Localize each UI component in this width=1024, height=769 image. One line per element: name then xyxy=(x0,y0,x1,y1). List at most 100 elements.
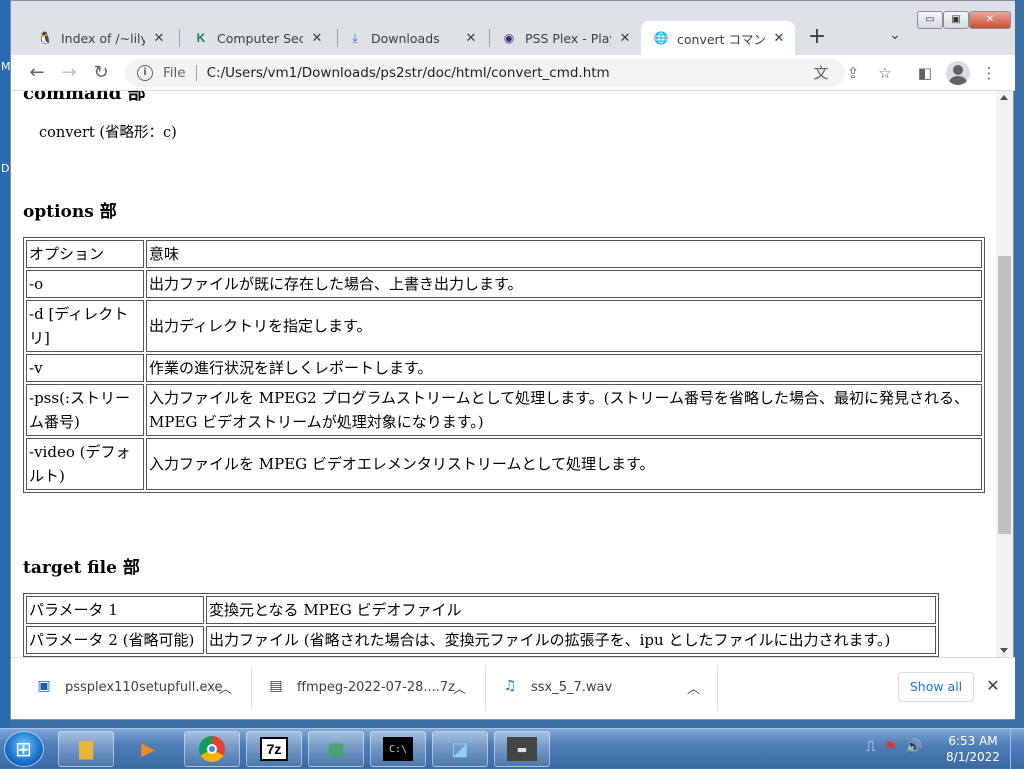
download-separator xyxy=(251,666,252,710)
download-item[interactable]: ▤ ffmpeg-2022-07-28....7z xyxy=(267,672,457,702)
taskbar-clock[interactable]: 6:53 AM 8/1/2022 xyxy=(942,733,1004,765)
taskbar-cmd[interactable]: C:\ xyxy=(370,731,426,767)
share-icon[interactable]: ⇪ xyxy=(843,63,863,83)
show-all-button[interactable]: Show all xyxy=(898,672,974,702)
tab-search-button[interactable]: ⌄ xyxy=(884,27,906,49)
tab-label: convert コマンド xyxy=(677,31,765,47)
download-item[interactable]: ♫ ssx_5_7.wav xyxy=(501,672,691,702)
url-scheme: File xyxy=(163,65,186,81)
media-player-icon: ▶ xyxy=(141,738,155,760)
7z-archive-icon: ▤ xyxy=(269,678,283,694)
taskbar-media-player[interactable]: ▶ xyxy=(120,731,176,767)
audio-file-icon: ♫ xyxy=(503,678,517,694)
vertical-scrollbar[interactable] xyxy=(996,91,1013,657)
url-text[interactable]: C:/Users/vm1/Downloads/ps2str/doc/html/c… xyxy=(207,65,610,81)
back-button[interactable]: ← xyxy=(25,61,49,85)
notepad-icon: ◪ xyxy=(451,738,469,760)
table-row: -video (デフォルト) 入力ファイルを MPEG ビデオエレメンタリストリ… xyxy=(26,438,982,490)
tab-label: Index of /~lily/fil xyxy=(61,30,145,46)
table-cell: -pss(:ストリーム番号) xyxy=(26,384,144,436)
target-file-table: パラメータ 1 変換元となる MPEG ビデオファイル パラメータ 2 (省略可… xyxy=(23,593,939,657)
info-icon[interactable]: i xyxy=(137,65,153,81)
taskbar-notepad[interactable]: ◪ xyxy=(432,731,488,767)
tab-label: Downloads xyxy=(371,30,440,46)
forward-button[interactable]: → xyxy=(57,61,81,85)
tab-label: PSS Plex - Playst xyxy=(525,30,611,46)
tab-convert-command[interactable]: 🌐 convert コマンド ✕ xyxy=(641,21,795,55)
close-icon[interactable]: ✕ xyxy=(151,30,167,46)
side-panel-icon[interactable]: ◧ xyxy=(915,63,935,83)
download-separator xyxy=(485,666,486,710)
download-options-button[interactable]: ︿ xyxy=(453,672,473,702)
table-cell: 出力ディレクトリを指定します。 xyxy=(146,300,982,352)
taskbar-explorer[interactable]: ▇ xyxy=(58,731,114,767)
tab-downloads[interactable]: ⤓ Downloads ✕ xyxy=(335,21,487,55)
download-item[interactable]: ▣ pssplex110setupfull.exe xyxy=(35,672,235,702)
chrome-icon xyxy=(197,734,227,764)
table-cell: パラメータ 2 (省略可能) xyxy=(26,626,204,654)
taskbar-7zip[interactable]: 7z xyxy=(246,731,302,767)
tab-pss-plex[interactable]: ◉ PSS Plex - Playst ✕ xyxy=(489,21,641,55)
scroll-down-arrow-icon[interactable] xyxy=(1000,648,1008,653)
taskbar-terminal[interactable]: ▬ xyxy=(494,731,550,767)
table-cell: -v xyxy=(26,354,144,382)
table-row: オプション 意味 xyxy=(26,240,982,268)
tux-icon: 🐧 xyxy=(37,31,53,45)
download-options-button[interactable]: ︿ xyxy=(687,672,707,702)
7zip-icon: 7z xyxy=(260,737,288,761)
close-icon[interactable]: ✕ xyxy=(463,30,479,46)
network-icon[interactable]: ⎍ xyxy=(866,739,876,755)
restore-button[interactable]: ▣ xyxy=(943,11,969,29)
close-icon[interactable]: ✕ xyxy=(309,30,325,46)
close-icon[interactable]: ✕ xyxy=(771,30,787,46)
globe-icon: 🌐 xyxy=(653,31,669,45)
installer-icon: ▣ xyxy=(37,678,51,694)
command-text: convert (省略形：c) xyxy=(39,125,177,141)
options-table: オプション 意味 -o 出力ファイルが既に存在した場合、上書き出力します。 -d… xyxy=(23,237,985,493)
address-bar[interactable]: i File C:/Users/vm1/Downloads/ps2str/doc… xyxy=(125,59,845,87)
bookmark-star-icon[interactable]: ☆ xyxy=(875,63,895,83)
k-logo-icon: K xyxy=(196,31,206,45)
table-cell: パラメータ 1 xyxy=(26,596,204,624)
reload-button[interactable]: ↻ xyxy=(89,61,113,85)
new-tab-button[interactable]: + xyxy=(806,26,828,49)
download-options-button[interactable]: ︿ xyxy=(219,672,239,702)
close-shelf-icon[interactable]: ✕ xyxy=(983,676,1003,696)
download-filename: pssplex110setupfull.exe xyxy=(65,679,223,695)
taskbar-chrome[interactable] xyxy=(184,731,240,767)
start-button[interactable] xyxy=(4,731,44,767)
tab-strip: 🐧 Index of /~lily/fil ✕ K Computer Secur… xyxy=(11,1,1015,55)
tab-index-of-lily[interactable]: 🐧 Index of /~lily/fil ✕ xyxy=(25,21,175,55)
scroll-up-arrow-icon[interactable] xyxy=(1000,95,1008,100)
browser-toolbar: ← → ↻ i File C:/Users/vm1/Downloads/ps2s… xyxy=(11,55,1015,91)
table-row: パラメータ 1 変換元となる MPEG ビデオファイル xyxy=(26,596,936,624)
table-cell: -d [ディレクトリ] xyxy=(26,300,144,352)
scrollbar-thumb[interactable] xyxy=(998,256,1011,534)
page-content: command 部 convert (省略形：c) options 部 オプショ… xyxy=(11,91,996,657)
table-row: -d [ディレクトリ] 出力ディレクトリを指定します。 xyxy=(26,300,982,352)
pss-plex-icon: ◉ xyxy=(503,31,515,45)
minimize-button[interactable]: ▭ xyxy=(917,11,943,29)
translate-icon[interactable]: 文 xyxy=(811,63,831,83)
action-center-flag-icon[interactable]: ⚑ xyxy=(884,739,897,755)
chevron-up-icon: ︿ xyxy=(453,681,467,697)
profile-avatar[interactable] xyxy=(946,61,970,85)
table-row: -o 出力ファイルが既に存在した場合、上書き出力します。 xyxy=(26,270,982,298)
taskbar-installer[interactable]: ▩ xyxy=(308,731,364,767)
command-heading: command 部 xyxy=(23,91,146,104)
menu-kebab-icon[interactable]: ⋮ xyxy=(979,63,999,83)
cmd-icon: C:\ xyxy=(383,737,413,761)
show-desktop-button[interactable] xyxy=(1010,729,1024,769)
download-shelf: ▣ pssplex110setupfull.exe ︿ ▤ ffmpeg-202… xyxy=(11,657,1015,719)
chevron-up-icon: ︿ xyxy=(687,681,701,697)
target-file-heading: target file 部 xyxy=(23,558,140,578)
desktop-letter: D xyxy=(1,162,10,175)
table-cell: 入力ファイルを MPEG2 プログラムストリームとして処理します。(ストリーム番… xyxy=(146,384,982,436)
close-window-button[interactable]: ✕ xyxy=(969,11,1011,29)
clock-date: 8/1/2022 xyxy=(946,750,1000,764)
volume-icon[interactable]: 🔊 xyxy=(905,739,922,755)
table-row: -v 作業の進行状況を詳しくレポートします。 xyxy=(26,354,982,382)
system-tray: ⎍ ⚑ 🔊 xyxy=(866,739,923,755)
close-icon[interactable]: ✕ xyxy=(617,30,633,46)
tab-computer-security[interactable]: K Computer Securi ✕ xyxy=(181,21,333,55)
